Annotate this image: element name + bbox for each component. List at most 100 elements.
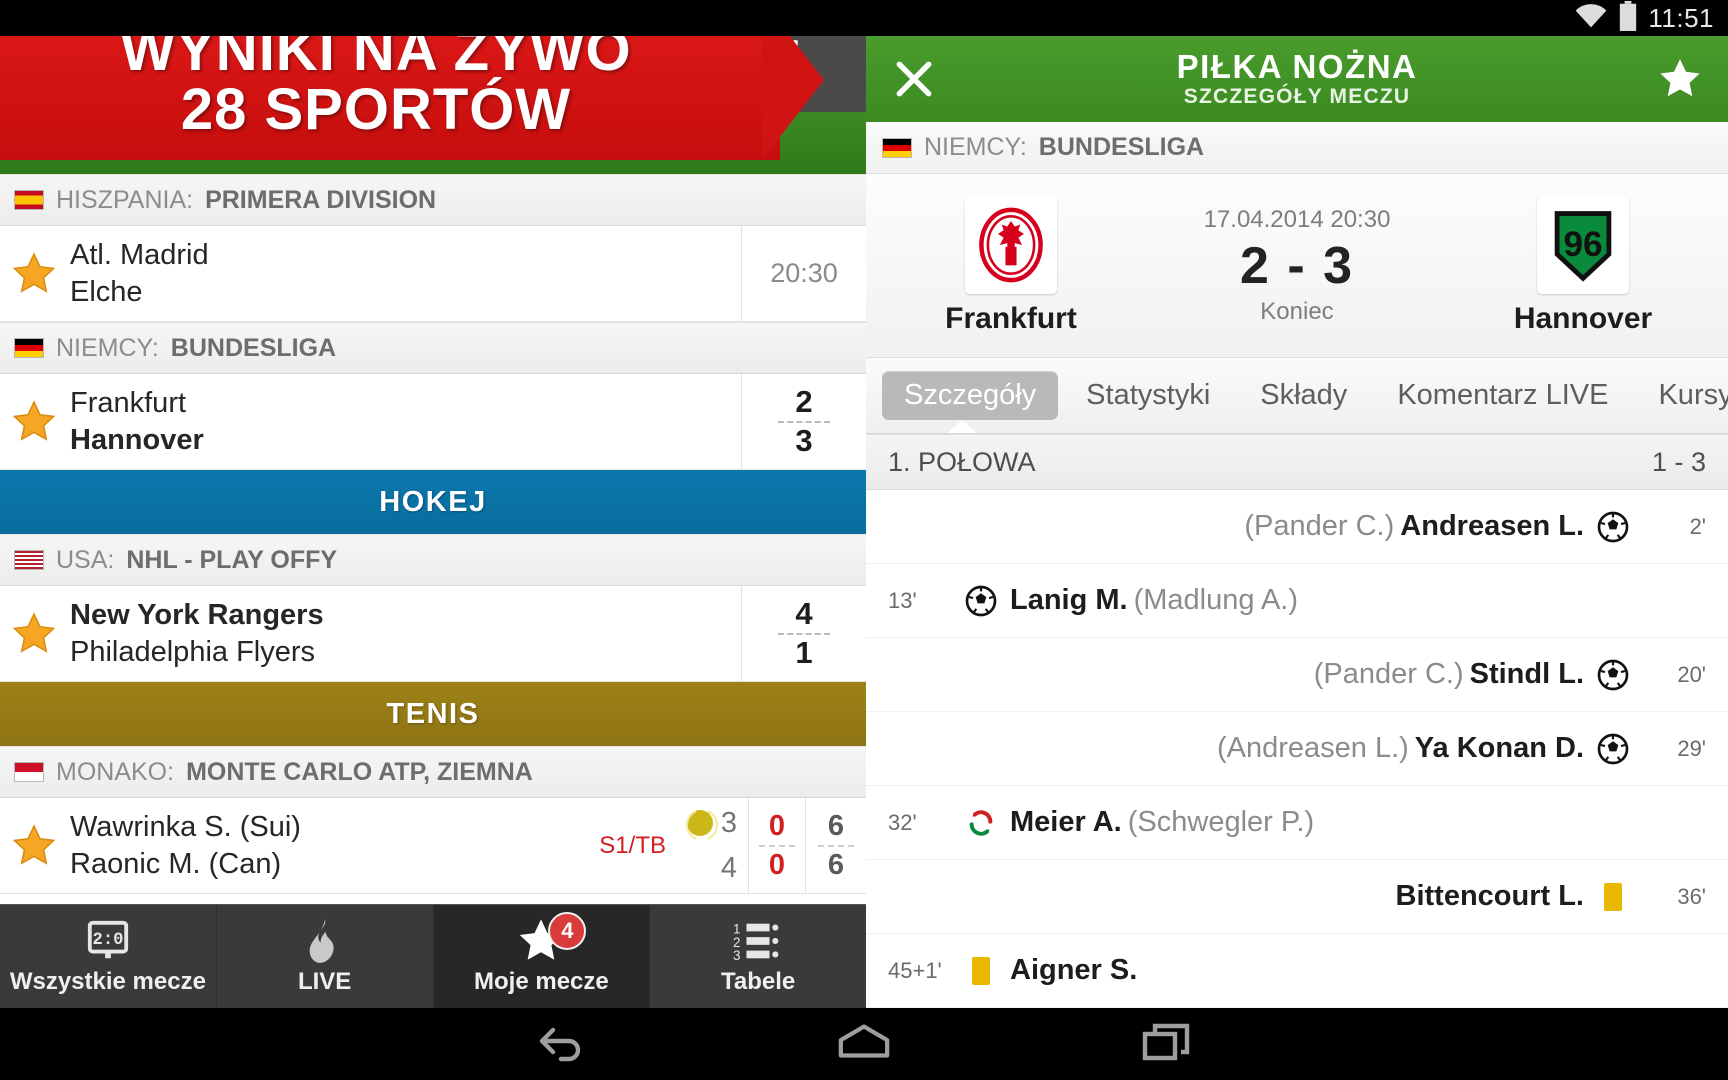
favorite-button[interactable] — [1632, 56, 1728, 102]
league-country: HISZPANIA: — [56, 185, 194, 214]
tab-komentarz-live[interactable]: Komentarz LIVE — [1375, 371, 1630, 420]
sport-bar-label: HOKEJ — [379, 485, 487, 518]
match-datetime: 17.04.2014 20:30 — [1203, 205, 1391, 233]
favorite-star-icon[interactable] — [0, 823, 68, 869]
event-assist: (Madlung A.) — [1133, 584, 1299, 616]
league-name: PRIMERA DIVISION — [205, 185, 437, 214]
match-details-panel: PIŁKA NOŻNA SZCZEGÓŁY MECZU NIEMCY: BUND… — [866, 36, 1728, 1008]
status-bar-clock: 11:51 — [1648, 2, 1714, 33]
league-header-nhl[interactable]: USA: NHL - PLAY OFFY — [0, 534, 866, 586]
details-header: PIŁKA NOŻNA SZCZEGÓŁY MECZU — [866, 36, 1728, 122]
soccer-ball-icon — [1590, 733, 1636, 765]
event-row[interactable]: Bittencourt L. 36' — [866, 860, 1728, 934]
svg-text:3: 3 — [733, 948, 740, 963]
nav-label: Wszystkie mecze — [9, 967, 206, 995]
league-country: NIEMCY: — [56, 333, 159, 362]
event-row[interactable]: 45+1' Aigner S. — [866, 934, 1728, 1008]
details-league-header[interactable]: NIEMCY: BUNDESLIGA — [866, 122, 1728, 174]
league-header-bundesliga[interactable]: NIEMCY: BUNDESLIGA — [0, 322, 866, 374]
flag-usa-icon — [14, 550, 44, 570]
event-row[interactable]: (Pander C.) Andreasen L. 2' — [866, 490, 1728, 564]
svg-text:2:0: 2:0 — [92, 931, 123, 950]
match-row[interactable]: Frankfurt Hannover 2 3 — [0, 374, 866, 470]
sport-bar-hokej[interactable]: HOKEJ — [0, 470, 866, 534]
match-score: 4 1 — [742, 595, 866, 670]
nav-item-tabele[interactable]: 1 2 3 Tabele — [650, 905, 866, 1008]
event-minute: 32' — [888, 809, 917, 835]
favorite-star-icon[interactable] — [0, 399, 68, 445]
numbered-list-icon: 1 2 3 — [733, 918, 783, 964]
nav-item-wszystkie-mecze[interactable]: 2:0 Wszystkie mecze — [0, 905, 217, 1008]
event-row[interactable]: (Andreasen L.) Ya Konan D. 29' — [866, 712, 1728, 786]
league-country: NIEMCY: — [924, 133, 1027, 161]
wifi-icon — [1574, 3, 1608, 34]
league-country: USA: — [56, 545, 115, 574]
event-row[interactable]: 32' Meier A. (Schwegler P.) — [866, 786, 1728, 860]
set1-p2: 6 — [827, 848, 845, 881]
match-row[interactable]: Atl. Madrid Elche 20:30 — [0, 226, 866, 322]
team-names: Frankfurt Hannover — [68, 386, 741, 456]
tab-kursy[interactable]: Kursy — [1636, 371, 1728, 420]
match-row[interactable]: New York Rangers Philadelphia Flyers 4 1 — [0, 586, 866, 682]
league-header-monte-carlo[interactable]: MONAKO: MONTE CARLO ATP, ZIEMNA — [0, 746, 866, 798]
event-row[interactable]: (Pander C.) Stindl L. 20' — [866, 638, 1728, 712]
home-team-block[interactable]: Frankfurt — [866, 195, 1156, 336]
header-titles: PIŁKA NOŻNA SZCZEGÓŁY MECZU — [962, 48, 1632, 109]
away-team-block[interactable]: 96 Hannover — [1438, 195, 1728, 336]
home-icon[interactable] — [837, 1022, 891, 1067]
favorite-star-icon[interactable] — [0, 611, 68, 657]
event-player: Stindl L. — [1469, 658, 1584, 690]
home-score: 4 — [795, 595, 813, 631]
match-time: 20:30 — [770, 258, 838, 288]
flag-monaco-icon — [14, 762, 44, 782]
tab-szczegoly[interactable]: Szczegóły — [882, 371, 1059, 420]
nav-label: Tabele — [721, 967, 796, 995]
bottom-navigation: 2:0 Wszystkie mecze LIVE 4 Moje mecze 1 … — [0, 904, 866, 1008]
tennis-ball-icon — [686, 810, 713, 837]
league-header-primera[interactable]: HISZPANIA: PRIMERA DIVISION — [0, 174, 866, 226]
yellow-card-icon — [1590, 882, 1636, 911]
away-team-name: Hannover — [1513, 301, 1653, 335]
event-row[interactable]: 13' Lanig M. (Madlung A.) — [866, 564, 1728, 638]
serve-indicator: S1/TB — [599, 831, 666, 859]
nav-item-moje-mecze[interactable]: 4 Moje mecze — [433, 905, 651, 1008]
tab-sklady[interactable]: Składy — [1238, 371, 1369, 420]
sport-bar-label: TENIS — [386, 697, 480, 730]
back-icon[interactable] — [535, 1022, 587, 1067]
league-country: MONAKO: — [56, 757, 175, 786]
player-1: Wawrinka S. (Sui) — [70, 811, 301, 844]
event-minute: 20' — [1677, 661, 1706, 687]
set1-column: 6 6 — [806, 809, 866, 883]
away-score: 3 — [795, 422, 813, 458]
details-subtitle: SZCZEGÓŁY MECZU — [1183, 85, 1411, 109]
favorite-star-icon[interactable] — [0, 251, 68, 297]
match-score: 2 - 3 — [1239, 236, 1355, 295]
current-game-column: 0 0 — [749, 809, 805, 883]
league-name: BUNDESLIGA — [1038, 133, 1205, 161]
league-name: MONTE CARLO ATP, ZIEMNA — [186, 757, 533, 786]
nav-label: Moje mecze — [474, 967, 609, 995]
nav-item-live[interactable]: LIVE — [217, 905, 434, 1008]
match-status: Koniec — [1260, 297, 1334, 325]
sport-bar-tenis[interactable]: TENIS — [0, 682, 866, 746]
flag-germany-icon — [882, 137, 912, 158]
recents-icon[interactable] — [1141, 1022, 1193, 1067]
unread-badge: 4 — [548, 911, 587, 950]
score-divider — [759, 844, 795, 847]
match-summary: Frankfurt 17.04.2014 20:30 2 - 3 Koniec … — [866, 174, 1728, 358]
battery-icon — [1618, 0, 1638, 36]
half-header-first: 1. POŁOWA 1 - 3 — [866, 434, 1728, 490]
event-minute: 45+1' — [888, 957, 942, 983]
svg-text:96: 96 — [1563, 225, 1602, 264]
flame-icon — [304, 918, 346, 964]
player-2: Raonic M. (Can) — [70, 847, 282, 880]
hannover-96-crest-icon: 96 — [1537, 195, 1629, 294]
half-title: 1. POŁOWA — [888, 446, 1036, 477]
eintracht-frankfurt-crest-icon — [965, 195, 1057, 294]
screen: 11:51 PIŁKA NOŻNA WYNIKI NA ŻYWO 28 SPOR… — [0, 0, 1728, 1080]
close-button[interactable] — [866, 57, 962, 101]
yellow-card-icon — [958, 956, 1004, 985]
match-row-tennis[interactable]: Wawrinka S. (Sui) Raonic M. (Can) S1/TB … — [0, 798, 866, 894]
tab-statystyki[interactable]: Statystyki — [1064, 371, 1232, 420]
promo-line-2: 28 SPORTÓW — [180, 77, 572, 142]
